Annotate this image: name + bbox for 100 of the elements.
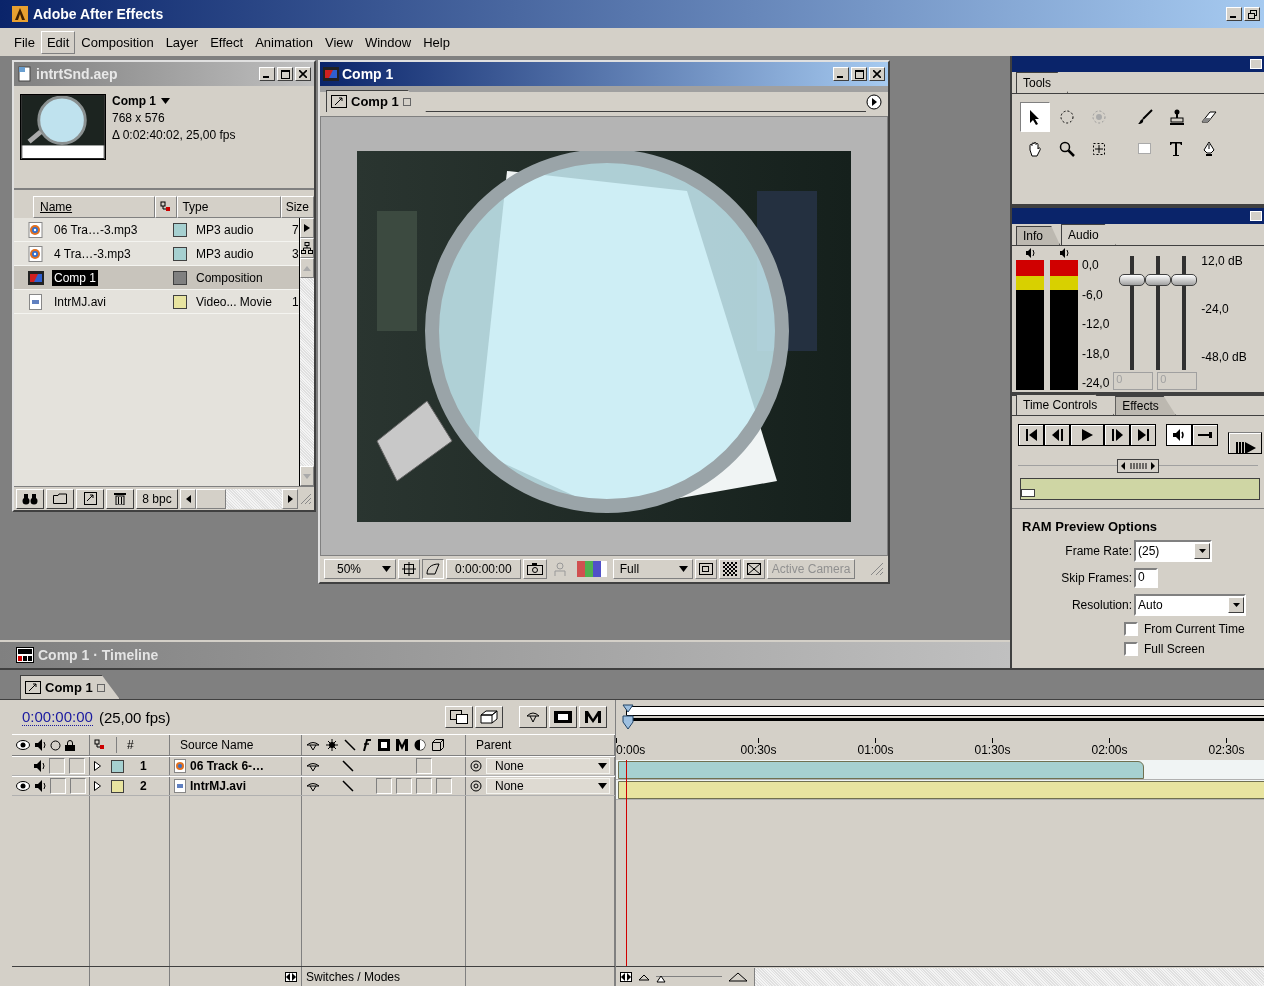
menu-item[interactable]: Window [358,30,418,54]
region-of-interest-button[interactable] [694,559,717,579]
jog-control[interactable] [1117,459,1159,473]
expand-collapse-icon[interactable] [285,971,297,982]
speaker-icon[interactable] [34,780,46,792]
frame-rate-dropdown[interactable]: (25) [1134,540,1212,562]
lock-switch[interactable] [70,778,86,794]
switch-box[interactable] [376,778,392,794]
3d-view-button[interactable] [475,706,503,728]
project-item[interactable]: IntrMJ.avi Video... Movie 1 [14,290,299,314]
quality-icon[interactable] [342,760,354,772]
label-swatch[interactable] [173,270,187,285]
lock-switch[interactable] [69,758,85,774]
solo-switch[interactable] [50,778,66,794]
label-swatch[interactable] [173,222,187,237]
eye-icon[interactable] [16,781,30,791]
label-swatch[interactable] [173,294,187,309]
transparency-grid-button[interactable] [718,559,741,579]
switch-box[interactable] [396,778,412,794]
zoom-out-icon[interactable] [638,972,650,981]
scrollbar[interactable] [298,218,314,486]
loop-button[interactable] [1192,424,1218,446]
time-ruler[interactable]: 0:00s 00:30s 01:00s 01:30s 02:00s 02:30s [616,738,1264,760]
comp-flowchart-button[interactable] [445,706,473,728]
magnification-dropdown[interactable]: 50% [324,559,396,579]
resolution-dropdown[interactable]: Auto [1134,594,1246,616]
motion-blur-button[interactable] [579,706,607,728]
project-item[interactable]: 06 Tra…-3.mp3 MP3 audio 7 [14,218,299,242]
slider-thumb[interactable] [1119,274,1146,287]
resolution-dropdown[interactable]: Full [612,559,693,579]
tab-close-icon[interactable] [402,97,411,106]
next-frame-button[interactable] [1104,424,1130,446]
hierarchy-button[interactable] [299,238,314,258]
column-header[interactable]: Type [177,196,281,218]
scroll-right-button[interactable] [282,488,298,509]
menu-item[interactable]: Composition [75,30,160,54]
shy-layers-button[interactable] [519,706,547,728]
timeline-tab[interactable]: Comp 1 [20,675,120,699]
solo-switch[interactable] [49,758,65,774]
navigator-handle-icon[interactable] [622,704,634,730]
resize-grip-icon[interactable] [870,562,884,576]
zoom-in-icon[interactable] [728,971,748,982]
layer-row[interactable]: 2 IntrMJ.avi None [12,776,615,796]
restore-button[interactable] [1244,7,1260,21]
shy-icon[interactable] [306,781,320,791]
menu-item[interactable]: Help [417,30,456,54]
scrollbar[interactable] [180,488,298,509]
tab-close-icon[interactable] [96,683,105,692]
label-swatch[interactable] [173,246,187,261]
palette-tab[interactable]: Info [1016,226,1060,245]
parent-dropdown[interactable]: None [486,778,610,794]
minimize-button[interactable] [1226,7,1242,21]
expand-collapse-icon[interactable] [620,971,632,982]
maximize-button[interactable] [851,67,867,81]
mask-view-button[interactable] [422,559,444,579]
pick-whip-icon[interactable] [470,780,482,792]
label-column-header[interactable] [155,196,178,218]
layer-duration-bar[interactable] [618,780,1264,799]
switches-modes-toggle[interactable]: Switches / Modes [306,969,401,984]
panel-menu-icon[interactable] [866,94,882,110]
new-folder-button[interactable] [46,488,74,509]
resize-grip-icon[interactable] [300,492,312,505]
tool-button[interactable] [1020,102,1050,132]
timecode-display[interactable]: 0:00:00:00 [446,559,521,579]
layer-row[interactable]: 1 06 Track 6-… None [12,756,615,776]
snapshot-button[interactable] [522,559,547,579]
checkbox[interactable] [1124,622,1138,636]
scroll-down-button[interactable] [299,466,314,486]
close-button[interactable] [869,67,885,81]
speaker-icon[interactable] [32,760,45,772]
last-frame-button[interactable] [1130,424,1156,446]
comp-tab[interactable]: Comp 1 [326,90,426,112]
first-frame-button[interactable] [1018,424,1044,446]
audio-toggle-button[interactable] [1166,424,1192,446]
menu-item[interactable]: Layer [159,30,205,54]
parent-dropdown[interactable]: None [486,758,610,774]
frame-shuttle[interactable] [1020,478,1260,500]
flowchart-button[interactable] [299,218,314,238]
slider-thumb[interactable] [1171,274,1198,287]
new-comp-button[interactable] [76,488,104,509]
delete-button[interactable] [106,488,134,509]
pick-whip-icon[interactable] [470,760,482,772]
column-header[interactable]: Source Name [180,738,254,752]
previous-frame-button[interactable] [1044,424,1070,446]
dropdown-icon[interactable] [161,98,170,104]
column-header[interactable]: Name [33,196,156,218]
frame-blending-button[interactable] [549,706,577,728]
palette-tab[interactable]: Audio [1061,224,1116,245]
pixel-aspect-button[interactable] [742,559,765,579]
scroll-up-button[interactable] [299,258,314,278]
menu-item[interactable]: Animation [249,30,319,54]
shuttle-thumb[interactable] [1021,489,1035,497]
column-header[interactable]: Size [280,196,314,218]
column-header[interactable]: Parent [476,738,512,752]
palette-tab[interactable]: Time Controls [1016,394,1115,415]
slider-thumb[interactable] [1145,274,1172,287]
label-swatch[interactable] [111,779,124,793]
minimize-button[interactable] [833,67,849,81]
checkbox[interactable] [1124,642,1138,656]
play-button[interactable] [1070,424,1104,446]
